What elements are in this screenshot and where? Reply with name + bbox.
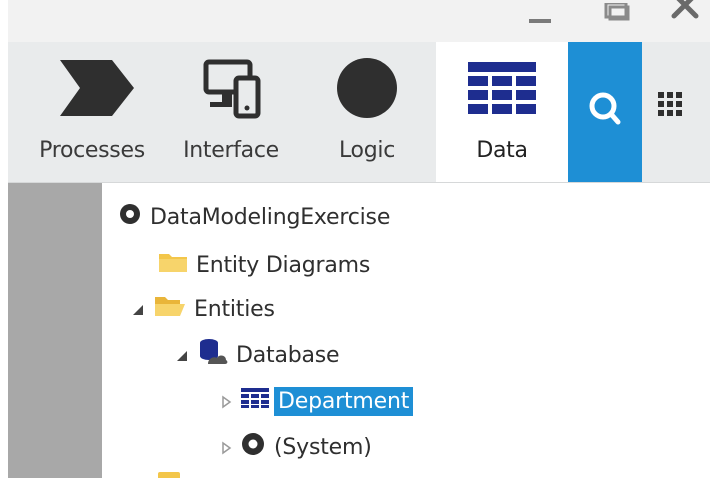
module-icon: [118, 202, 142, 232]
folder-icon: [158, 250, 188, 280]
main-toolbar: Processes Interface Logic Data: [8, 42, 710, 183]
title-bar: [8, 0, 710, 42]
folder-icon: [158, 472, 180, 478]
module-icon: [240, 431, 266, 463]
tree-item-label: Entity Diagrams: [196, 252, 371, 278]
side-gutter: [8, 183, 102, 478]
tree-item-system[interactable]: (System): [218, 427, 372, 467]
tree-item-label: (System): [274, 434, 372, 460]
restore-icon[interactable]: [596, 1, 636, 21]
tree-item-entities[interactable]: Entities: [130, 289, 275, 329]
close-icon[interactable]: [668, 0, 702, 22]
apps-grid-button[interactable]: [650, 82, 690, 122]
tree-item-label: Entities: [194, 296, 275, 322]
tree-item-label: DataModelingExercise: [150, 204, 391, 230]
database-icon: [198, 338, 228, 372]
processes-chevron-icon: [28, 56, 156, 120]
open-folder-icon: [154, 294, 186, 324]
tab-data[interactable]: Data: [436, 42, 568, 182]
minimize-icon[interactable]: [529, 19, 551, 23]
tab-logic-label: Logic: [338, 138, 395, 163]
tab-processes-label: Processes: [39, 138, 145, 163]
tree-item-label: Database: [236, 342, 340, 368]
tab-interface[interactable]: Interface: [172, 42, 290, 182]
tab-logic[interactable]: Logic: [326, 42, 408, 182]
tab-processes[interactable]: Processes: [28, 42, 156, 182]
devices-icon: [172, 56, 290, 120]
logic-circle-icon: [326, 56, 408, 120]
collapsed-arrow-icon[interactable]: [218, 392, 236, 410]
data-grid-icon: [436, 56, 568, 120]
tab-data-label: Data: [476, 138, 528, 163]
apps-grid-icon: [658, 92, 682, 116]
tree-item-department[interactable]: Department: [218, 381, 414, 421]
app-window: Processes Interface Logic Data DataModel…: [8, 0, 710, 478]
search-icon: [589, 92, 621, 125]
tree-item-root[interactable]: DataModelingExercise: [118, 197, 390, 237]
entity-table-icon: [240, 387, 270, 415]
tree-item-label: Department: [274, 386, 414, 416]
expanded-arrow-icon[interactable]: [130, 300, 148, 318]
tree-item-database[interactable]: Database: [174, 335, 340, 375]
expanded-arrow-icon[interactable]: [174, 346, 192, 364]
collapsed-arrow-icon[interactable]: [218, 438, 236, 456]
tree-item-entity-diagrams[interactable]: Entity Diagrams: [158, 245, 370, 285]
tab-interface-label: Interface: [183, 138, 279, 163]
search-button[interactable]: [568, 42, 642, 182]
element-tree: DataModelingExercise Entity Diagrams Ent…: [102, 183, 710, 478]
